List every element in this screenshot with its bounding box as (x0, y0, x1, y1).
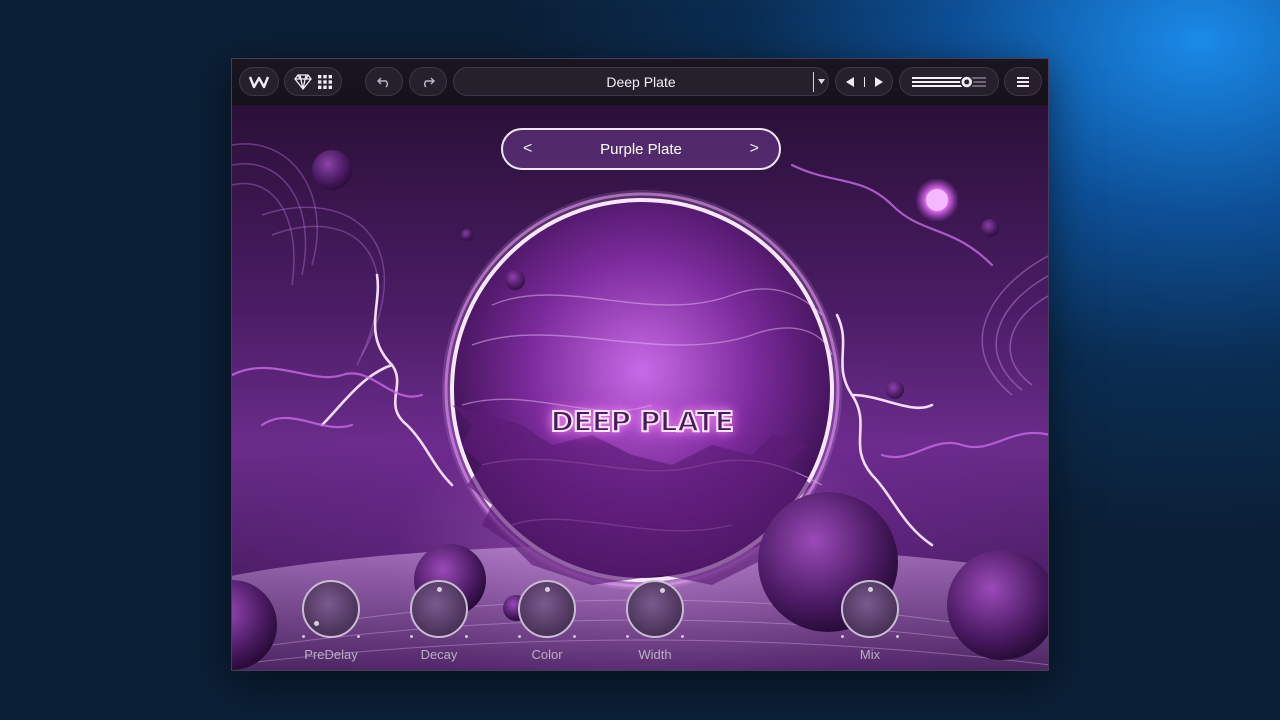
preset-step-control (835, 67, 893, 96)
knob-indicator (314, 620, 320, 626)
menu-button[interactable] (1004, 67, 1042, 96)
knob-max-tick (681, 635, 684, 638)
plugin-window: Deep Plate DEEP PLATE < Purple Plate > P… (231, 58, 1049, 671)
knob-label: Width (638, 647, 672, 662)
knob-label: Decay (420, 647, 458, 662)
caret-down-icon[interactable] (818, 79, 825, 85)
undo-button[interactable] (365, 67, 403, 96)
triangle-left-icon[interactable] (845, 76, 854, 87)
knob-width: Width (615, 580, 695, 662)
waves-logo-icon (249, 76, 269, 88)
toolbar: Deep Plate (232, 59, 1048, 105)
preset-divider (813, 72, 814, 92)
preset-next-button[interactable]: > (750, 140, 759, 158)
knob-max-tick (465, 635, 468, 638)
knob-label: Color (531, 647, 563, 662)
output-slider[interactable] (912, 74, 986, 90)
redo-icon (424, 77, 435, 88)
knob-dial-color[interactable] (518, 580, 576, 638)
diamond-icon (294, 73, 312, 90)
knob-indicator (544, 586, 550, 592)
knob-min-tick (841, 635, 844, 638)
knob-min-tick (302, 635, 305, 638)
preset-prev-button[interactable]: < (523, 140, 532, 158)
redo-button[interactable] (409, 67, 447, 96)
knob-min-tick (410, 635, 413, 638)
artwork-title: DEEP PLATE (550, 404, 735, 439)
waves-logo-button[interactable] (239, 67, 279, 96)
knob-max-tick (357, 635, 360, 638)
preset-name: Deep Plate (606, 73, 676, 90)
knob-decay: Decay (399, 580, 479, 662)
knob-label: Mix (859, 647, 881, 662)
knob-min-tick (626, 635, 629, 638)
knob-color: Color (507, 580, 587, 662)
knob-dial-width[interactable] (626, 580, 684, 638)
output-level-control[interactable] (899, 67, 999, 96)
knob-dial-predelay[interactable] (302, 580, 360, 638)
hamburger-icon (1017, 76, 1029, 87)
knob-min-tick (518, 635, 521, 638)
knob-dial-mix[interactable] (841, 580, 899, 638)
knob-predelay: PreDelay (291, 580, 371, 662)
knob-indicator (867, 586, 873, 592)
preset-navigator: < Purple Plate > (501, 128, 781, 170)
preset-name-field[interactable]: Deep Plate (453, 67, 829, 96)
undo-icon (377, 77, 388, 88)
triangle-right-icon[interactable] (874, 76, 883, 87)
preset-browser-button[interactable] (284, 67, 342, 96)
knob-max-tick (896, 635, 899, 638)
knob-dial-decay[interactable] (410, 580, 468, 638)
knob-indicator (436, 586, 442, 592)
knob-indicator (659, 587, 665, 593)
knob-label: PreDelay (304, 647, 358, 662)
knob-mix: Mix (830, 580, 910, 662)
grid-icon (318, 74, 332, 89)
step-divider (863, 76, 865, 87)
preset-nav-label: Purple Plate (600, 140, 682, 158)
knob-max-tick (573, 635, 576, 638)
